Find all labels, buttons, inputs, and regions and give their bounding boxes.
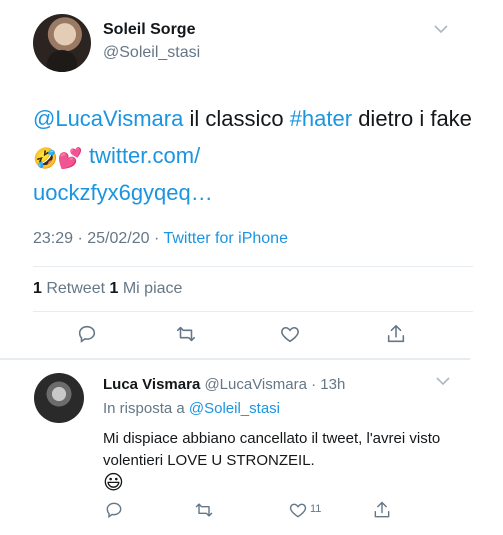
reply-text: Mi dispiace abbiano cancellato il tweet,… [103,428,473,494]
divider [33,266,473,267]
tweet-stats: 1 Retweet 1 Mi piace [33,280,182,298]
emoji: 😃 [103,472,124,494]
in-reply-handle-link[interactable]: @Soleil_stasi [189,400,280,417]
tweet-text: @LucaVismara il classico #hater dietro i… [33,100,483,211]
source-link[interactable]: Twitter for iPhone [163,230,288,247]
retweet-icon[interactable] [175,323,197,345]
tweet-text-part: il classico [183,106,290,131]
reply-icon[interactable] [76,323,98,345]
author-name[interactable]: Soleil Sorge [103,21,195,39]
in-reply-prefix: In risposta a [103,400,189,417]
share-icon[interactable] [385,323,407,345]
reply-text-body: Mi dispiace abbiano cancellato il tweet,… [103,430,441,469]
chevron-down-icon[interactable] [436,376,450,386]
divider [0,358,470,360]
tweet-meta: 23:29 · 25/02/20 · Twitter for iPhone [33,230,288,248]
like-label[interactable]: Mi piace [118,280,183,297]
in-reply-to: In risposta a @Soleil_stasi [103,400,280,417]
reply-header: Luca Vismara @LucaVismara · 13h [103,376,345,393]
hashtag-link[interactable]: #hater [290,106,352,131]
reply-author-handle[interactable]: @LucaVismara · 13h [200,376,345,393]
retweet-count[interactable]: 1 [33,280,42,297]
avatar[interactable] [33,14,91,72]
retweet-label[interactable]: Retweet [42,280,110,297]
reply-icon[interactable] [104,500,124,520]
divider [33,311,473,312]
emoji: 🤣💕 [33,148,83,170]
tweet-url-link-cont[interactable]: uockzfyx6gyqeq… [33,180,213,205]
retweet-icon[interactable] [194,500,214,520]
mention-link[interactable]: @LucaVismara [33,106,183,131]
timestamp[interactable]: 23:29 · 25/02/20 · [33,230,163,247]
like-icon[interactable] [288,500,308,520]
share-icon[interactable] [372,500,392,520]
tweet-text-part: dietro i fake [352,106,472,131]
chevron-down-icon[interactable] [434,24,448,34]
avatar[interactable] [34,373,84,423]
reply-author-name[interactable]: Luca Vismara [103,376,200,393]
tweet-url-link[interactable]: twitter.com/ [89,143,200,168]
author-handle[interactable]: @Soleil_stasi [103,44,200,62]
reply-like-count: 11 [310,503,322,515]
like-icon[interactable] [279,323,301,345]
